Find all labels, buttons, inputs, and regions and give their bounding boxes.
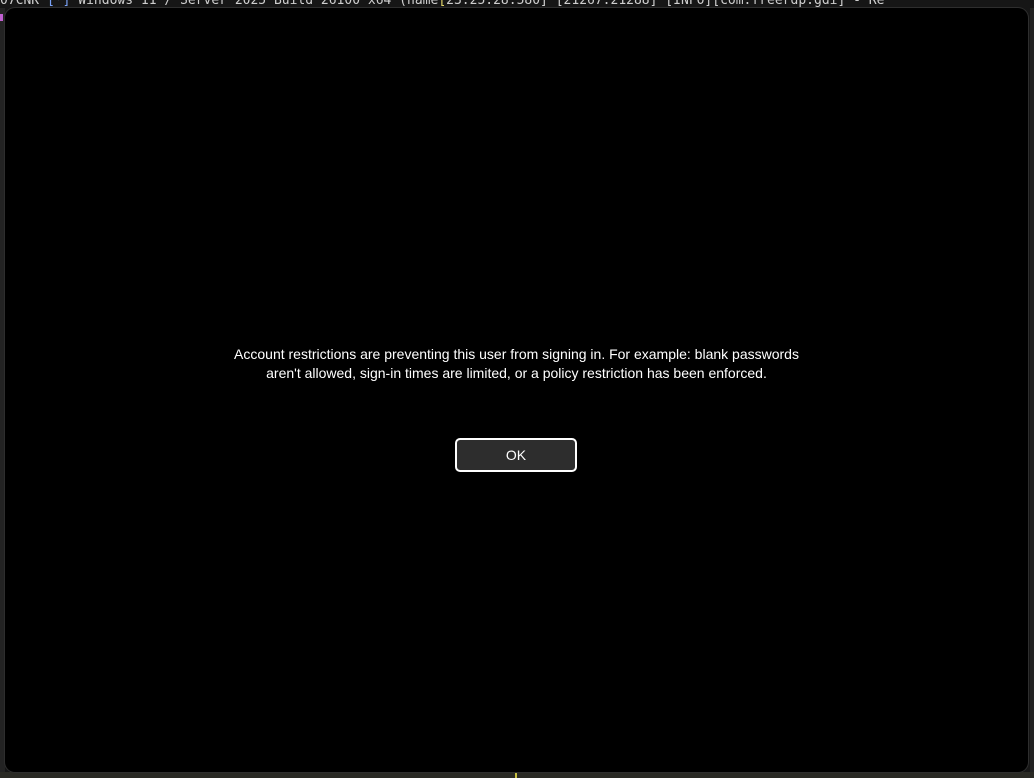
error-message-line-1: Account restrictions are preventing this… [234, 346, 799, 362]
error-message: Account restrictions are preventing this… [5, 345, 1028, 383]
terminal-color-mark [0, 14, 3, 21]
screen: 07CNK [*] Windows 11 / Server 2025 Build… [0, 0, 1034, 778]
sign-in-error-dialog: Account restrictions are preventing this… [5, 8, 1028, 772]
error-message-line-2: aren't allowed, sign-in times are limite… [266, 365, 767, 381]
terminal-text-os: Windows 11 / Server 2025 Build 26100 x64… [70, 0, 439, 8]
terminal-text-marker: [*] [46, 0, 71, 8]
background-bottom-edge [0, 772, 1034, 778]
terminal-cursor-mark [515, 772, 517, 778]
terminal-text-log: 23:25:28.580] [21267:21288] [INFO][com.f… [446, 0, 885, 8]
terminal-text-prefix: 07CNK [0, 0, 47, 8]
terminal-text-bracket: [ [438, 0, 447, 8]
ok-button[interactable]: OK [455, 438, 577, 472]
background-right-edge [1030, 8, 1034, 778]
